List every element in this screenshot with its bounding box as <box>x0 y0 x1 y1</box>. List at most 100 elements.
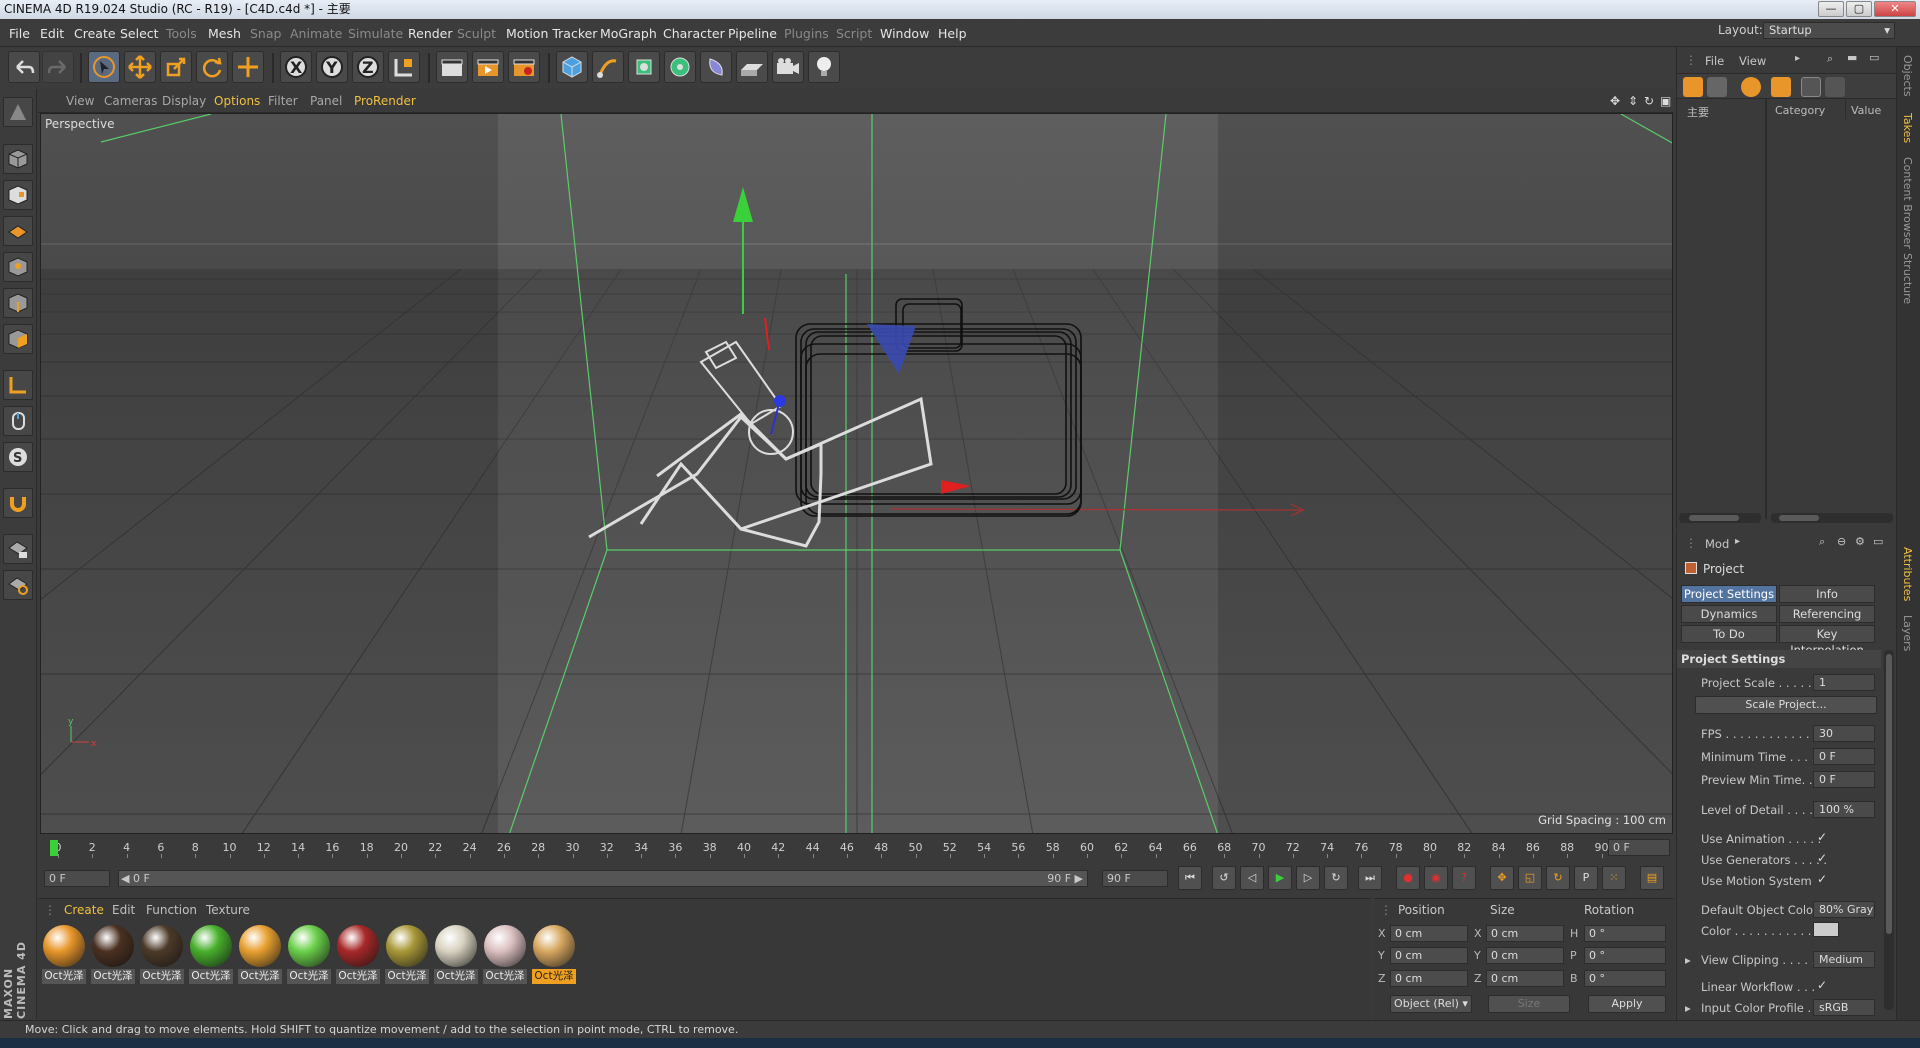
menu-mesh[interactable]: Mesh <box>208 26 241 41</box>
material-swatch[interactable]: Oct光泽 <box>483 925 527 989</box>
next-frame-button[interactable]: ▷ <box>1296 866 1320 890</box>
material-swatch[interactable]: Oct光泽 <box>434 925 478 989</box>
viewport[interactable]: Perspective y x Grid Spacing: 100 cm <box>40 113 1673 834</box>
key-position-button[interactable]: ✥ <box>1490 866 1514 890</box>
viewport-zoom-icon[interactable]: ⇕ <box>1628 94 1638 108</box>
view-clipping-select[interactable]: Medium <box>1813 951 1875 968</box>
preview-min-time-field[interactable]: 0 F <box>1813 771 1875 788</box>
menu-file[interactable]: File <box>9 26 30 41</box>
menu-simulate[interactable]: Simulate <box>348 26 403 41</box>
enable-snap-button[interactable] <box>3 488 33 518</box>
tab-referencing[interactable]: Referencing <box>1779 605 1875 623</box>
record-button[interactable]: ● <box>1396 866 1420 890</box>
expand-arrow-icon[interactable]: ▸ <box>1685 1001 1691 1015</box>
menu-mograph[interactable]: MoGraph <box>600 26 657 41</box>
menu-script[interactable]: Script <box>836 26 872 41</box>
drag-handle-icon[interactable]: ⋮ <box>1380 903 1392 917</box>
points-mode-button[interactable] <box>3 252 33 282</box>
material-swatch[interactable]: Oct光泽 <box>287 925 331 989</box>
menu-snap[interactable]: Snap <box>250 26 281 41</box>
material-swatch[interactable]: Oct光泽 <box>238 925 282 989</box>
model-mode-button[interactable] <box>3 144 33 174</box>
fps-field[interactable]: 30 <box>1813 725 1875 742</box>
menu-render[interactable]: Render <box>408 26 453 41</box>
input-color-profile-select[interactable]: sRGB <box>1813 999 1875 1016</box>
level-of-detail-field[interactable]: 100 % <box>1813 801 1875 818</box>
scale-tool-button[interactable] <box>160 51 192 83</box>
redo-button[interactable] <box>42 51 74 83</box>
color-swatch[interactable] <box>1813 922 1839 937</box>
workplane-mode-button[interactable] <box>3 216 33 246</box>
y-axis-button[interactable]: Y <box>316 51 348 83</box>
cloner-button[interactable] <box>664 51 696 83</box>
viewport-move-icon[interactable]: ✥ <box>1610 94 1620 108</box>
solo-button[interactable]: S <box>3 442 33 472</box>
range-slider[interactable]: ◀ 0 F 90 F ▶ <box>118 870 1088 887</box>
light-button[interactable] <box>808 51 840 83</box>
play-button[interactable]: ▶ <box>1268 866 1292 890</box>
undo-button[interactable] <box>8 51 40 83</box>
rotation-b-field[interactable]: 0 ° <box>1584 970 1666 987</box>
minimize-button[interactable]: — <box>1818 1 1844 17</box>
viewport-menu-options[interactable]: Options <box>214 94 260 108</box>
viewport-menu-prorender[interactable]: ProRender <box>354 94 416 108</box>
edges-mode-button[interactable] <box>3 288 33 318</box>
viewport-rotate-icon[interactable]: ↻ <box>1644 94 1654 108</box>
menu-pipeline[interactable]: Pipeline <box>728 26 777 41</box>
current-frame-field[interactable]: 0 F <box>1608 839 1670 856</box>
menu-select[interactable]: Select <box>120 26 159 41</box>
position-z-field[interactable]: 0 cm <box>1390 970 1468 987</box>
goto-end-button[interactable]: ⏭ <box>1358 866 1382 890</box>
subdivision-button[interactable] <box>628 51 660 83</box>
menu-window[interactable]: Window <box>880 26 929 41</box>
coordinate-mode-select[interactable]: Object (Rel) ▾ <box>1390 995 1472 1013</box>
timeline-window-button[interactable]: ▤ <box>1640 866 1664 890</box>
key-parameter-button[interactable]: P <box>1574 866 1598 890</box>
drag-handle-icon[interactable]: ⋮ <box>44 903 56 917</box>
object-menu-view[interactable]: View <box>1739 54 1766 68</box>
tab-key-interpolation[interactable]: Key Interpolation <box>1779 625 1875 657</box>
tweak-mode-button[interactable] <box>3 406 33 436</box>
prev-key-button[interactable]: ↺ <box>1212 866 1236 890</box>
horizontal-scrollbar[interactable] <box>1679 513 1761 523</box>
transform-tool-button[interactable] <box>232 51 264 83</box>
expand-arrow-icon[interactable]: ▸ <box>1685 953 1691 967</box>
rotate-tool-button[interactable] <box>196 51 228 83</box>
attribute-menu-mode[interactable]: Mod <box>1705 537 1729 551</box>
maximize-button[interactable]: ▢ <box>1846 1 1872 17</box>
minimum-time-field[interactable]: 0 F <box>1813 748 1875 765</box>
material-swatch[interactable]: Oct光泽 <box>336 925 380 989</box>
tab-attributes[interactable]: Attributes <box>1901 547 1914 601</box>
z-axis-button[interactable]: Z <box>352 51 384 83</box>
viewport-toggle-icon[interactable]: ▣ <box>1660 94 1671 108</box>
menu-arrow-icon[interactable]: ▸ <box>1735 536 1740 547</box>
position-y-field[interactable]: 0 cm <box>1390 947 1468 964</box>
linear-workflow-checkbox[interactable]: ✓ <box>1817 978 1827 992</box>
layout-select[interactable]: Startup ▾ <box>1763 22 1895 39</box>
category-column-header[interactable]: Category <box>1775 104 1825 117</box>
key-pla-button[interactable]: ⁙ <box>1602 866 1626 890</box>
key-rotation-button[interactable]: ↻ <box>1546 866 1570 890</box>
object-tool-icon[interactable] <box>1825 77 1845 97</box>
tab-project-settings[interactable]: Project Settings <box>1681 585 1777 603</box>
tab-takes[interactable]: Takes <box>1901 113 1914 143</box>
position-x-field[interactable]: 0 cm <box>1390 925 1468 942</box>
drag-handle-icon[interactable]: ⋮ <box>1685 536 1697 550</box>
make-editable-button[interactable] <box>3 97 33 127</box>
tab-dynamics[interactable]: Dynamics <box>1681 605 1777 623</box>
axis-mode-button[interactable] <box>3 370 33 400</box>
drag-handle-icon[interactable]: ⋮ <box>1685 53 1697 67</box>
material-menu-create[interactable]: Create <box>64 903 104 917</box>
tab-structure[interactable]: Structure <box>1901 253 1914 304</box>
material-swatch[interactable]: Oct光泽 <box>140 925 184 989</box>
menu-help[interactable]: Help <box>938 26 967 41</box>
rotation-h-field[interactable]: 0 ° <box>1584 925 1666 942</box>
object-tool-icon[interactable] <box>1801 77 1821 97</box>
close-button[interactable]: ✕ <box>1874 1 1916 17</box>
menu-character[interactable]: Character <box>663 26 725 41</box>
material-swatch[interactable]: Oct光泽 <box>189 925 233 989</box>
vertical-scrollbar[interactable] <box>1884 650 1894 1010</box>
new-window-icon[interactable]: ▭ <box>1873 535 1883 548</box>
layout-icon[interactable]: ▬ <box>1847 51 1857 64</box>
planar-workplane-button[interactable] <box>3 570 33 600</box>
